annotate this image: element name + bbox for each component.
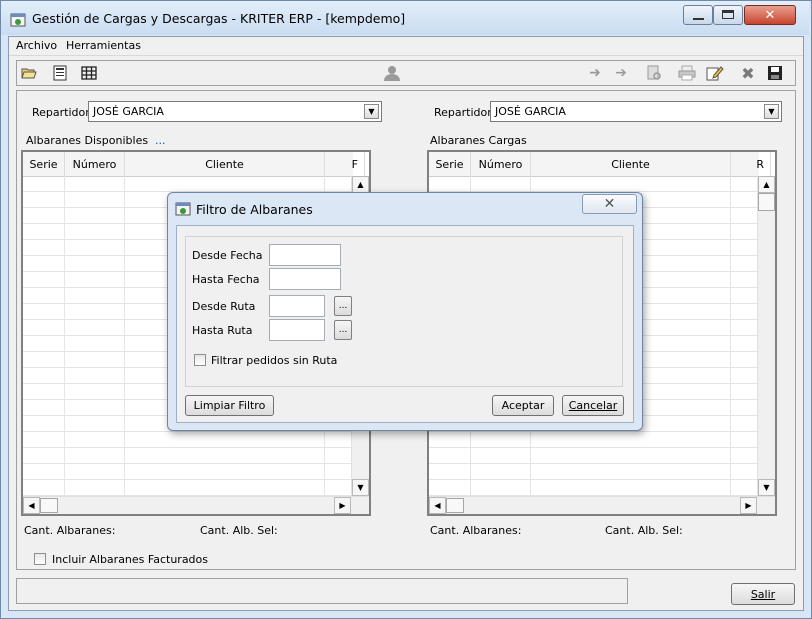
left-horizontal-scrollbar[interactable]: ◀ ▶ [23,496,369,514]
left-grid-header: Serie Número Cliente F [23,152,365,177]
column-header[interactable]: Serie [23,152,65,176]
close-icon: ✕ [603,196,616,212]
column-header[interactable]: Serie [429,152,471,176]
status-bar [16,578,628,604]
aceptar-label: Aceptar [501,399,545,412]
left-cant-albaranes: Cant. Albaranes: [24,524,116,537]
desde-ruta-input[interactable] [269,295,325,317]
form-icon[interactable] [51,64,69,82]
column-header[interactable]: F [325,152,365,176]
desde-fecha-label: Desde Fecha [192,249,263,262]
right-repartidor-value: JOSÉ GARCIA [495,105,566,118]
column-header[interactable]: Cliente [531,152,731,176]
hasta-ruta-lookup-button[interactable]: ... [334,320,352,340]
cancelar-label: Cancelar [568,399,618,412]
right-repartidor-label: Repartidor [434,106,492,119]
limpiar-filtro-label: Limpiar Filtro [193,399,266,412]
window-title: Gestión de Cargas y Descargas - KRITER E… [32,11,406,26]
delete-icon[interactable]: ✖ [739,64,757,83]
scroll-left-icon[interactable]: ◀ [23,497,40,514]
dialog-body: Desde Fecha Hasta Fecha Desde Ruta ... H… [176,225,634,423]
left-repartidor-select[interactable]: JOSÉ GARCIA ▼ [88,101,382,122]
hasta-fecha-label: Hasta Fecha [192,273,260,286]
chevron-down-icon[interactable]: ▼ [764,104,779,119]
column-header[interactable]: Número [65,152,125,176]
scroll-thumb[interactable] [758,193,775,211]
right-section-label: Albaranes Cargas [430,134,527,147]
open-folder-icon[interactable] [20,64,38,82]
right-cant-alb-sel: Cant. Alb. Sel: [605,524,683,537]
column-header[interactable]: R [731,152,771,176]
filtro-dialog: Filtro de Albaranes ✕ Desde Fecha Hasta … [167,192,643,431]
salir-button[interactable]: Salir [731,583,795,605]
right-grid-header: Serie Número Cliente R [429,152,771,177]
minimize-icon [693,18,704,20]
cancelar-button[interactable]: Cancelar [562,395,624,416]
left-section-label: Albaranes Disponibles [26,134,149,147]
chevron-down-icon[interactable]: ▼ [364,104,379,119]
minimize-button[interactable] [683,5,713,25]
salir-label: Salir [750,587,776,601]
column-header[interactable]: Número [471,152,531,176]
scroll-thumb[interactable] [40,498,58,513]
arrow-right-icon[interactable]: ➜ [586,64,604,82]
maximize-button[interactable] [713,5,743,25]
right-repartidor-select[interactable]: JOSÉ GARCIA ▼ [490,101,782,122]
scroll-down-icon[interactable]: ▼ [758,479,775,496]
left-repartidor-label: Repartidor [32,106,90,119]
app-icon [10,13,26,27]
scroll-down-icon[interactable]: ▼ [352,479,369,496]
hasta-fecha-input[interactable] [269,268,341,290]
scroll-thumb[interactable] [446,498,464,513]
incluir-facturados-label: Incluir Albaranes Facturados [52,553,208,566]
menu-herramientas[interactable]: Herramientas [66,39,141,52]
left-cant-alb-sel: Cant. Alb. Sel: [200,524,278,537]
dialog-title: Filtro de Albaranes [196,202,313,217]
desde-ruta-lookup-button[interactable]: ... [334,296,352,316]
column-divider [124,176,125,496]
scroll-right-icon[interactable]: ▶ [334,497,351,514]
menu-archivo[interactable]: Archivo [16,39,57,52]
desde-ruta-label: Desde Ruta [192,300,256,313]
scroll-right-icon[interactable]: ▶ [740,497,757,514]
hasta-ruta-input[interactable] [269,319,325,341]
scroll-up-icon[interactable]: ▲ [352,176,369,193]
left-section-ellipsis-link[interactable]: ... [155,134,166,147]
print-icon[interactable] [678,64,696,82]
right-vertical-scrollbar[interactable]: ▲ ▼ [757,176,775,496]
close-button[interactable]: ✕ [744,5,796,25]
aceptar-button[interactable]: Aceptar [492,395,554,416]
incluir-facturados-checkbox[interactable] [34,553,46,565]
desde-fecha-input[interactable] [269,244,341,266]
double-arrow-icon[interactable]: ➔ [612,64,630,82]
column-divider [64,176,65,496]
filtrar-sin-ruta-label: Filtrar pedidos sin Ruta [211,354,338,367]
maximize-icon [722,10,734,19]
user-icon[interactable] [383,64,401,82]
app-icon [175,202,191,216]
save-icon[interactable] [766,64,784,82]
hasta-ruta-label: Hasta Ruta [192,324,253,337]
right-cant-albaranes: Cant. Albaranes: [430,524,522,537]
grid-icon[interactable] [80,64,98,82]
right-horizontal-scrollbar[interactable]: ◀ ▶ [429,496,775,514]
left-repartidor-value: JOSÉ GARCIA [93,105,164,118]
report-icon[interactable] [645,64,663,82]
edit-icon[interactable] [706,64,724,82]
scroll-up-icon[interactable]: ▲ [758,176,775,193]
dialog-close-button[interactable]: ✕ [582,194,637,214]
filtrar-sin-ruta-checkbox[interactable] [194,354,206,366]
column-header[interactable]: Cliente [125,152,325,176]
scroll-left-icon[interactable]: ◀ [429,497,446,514]
limpiar-filtro-button[interactable]: Limpiar Filtro [185,395,274,416]
column-divider [730,176,731,496]
close-icon: ✕ [764,7,776,23]
